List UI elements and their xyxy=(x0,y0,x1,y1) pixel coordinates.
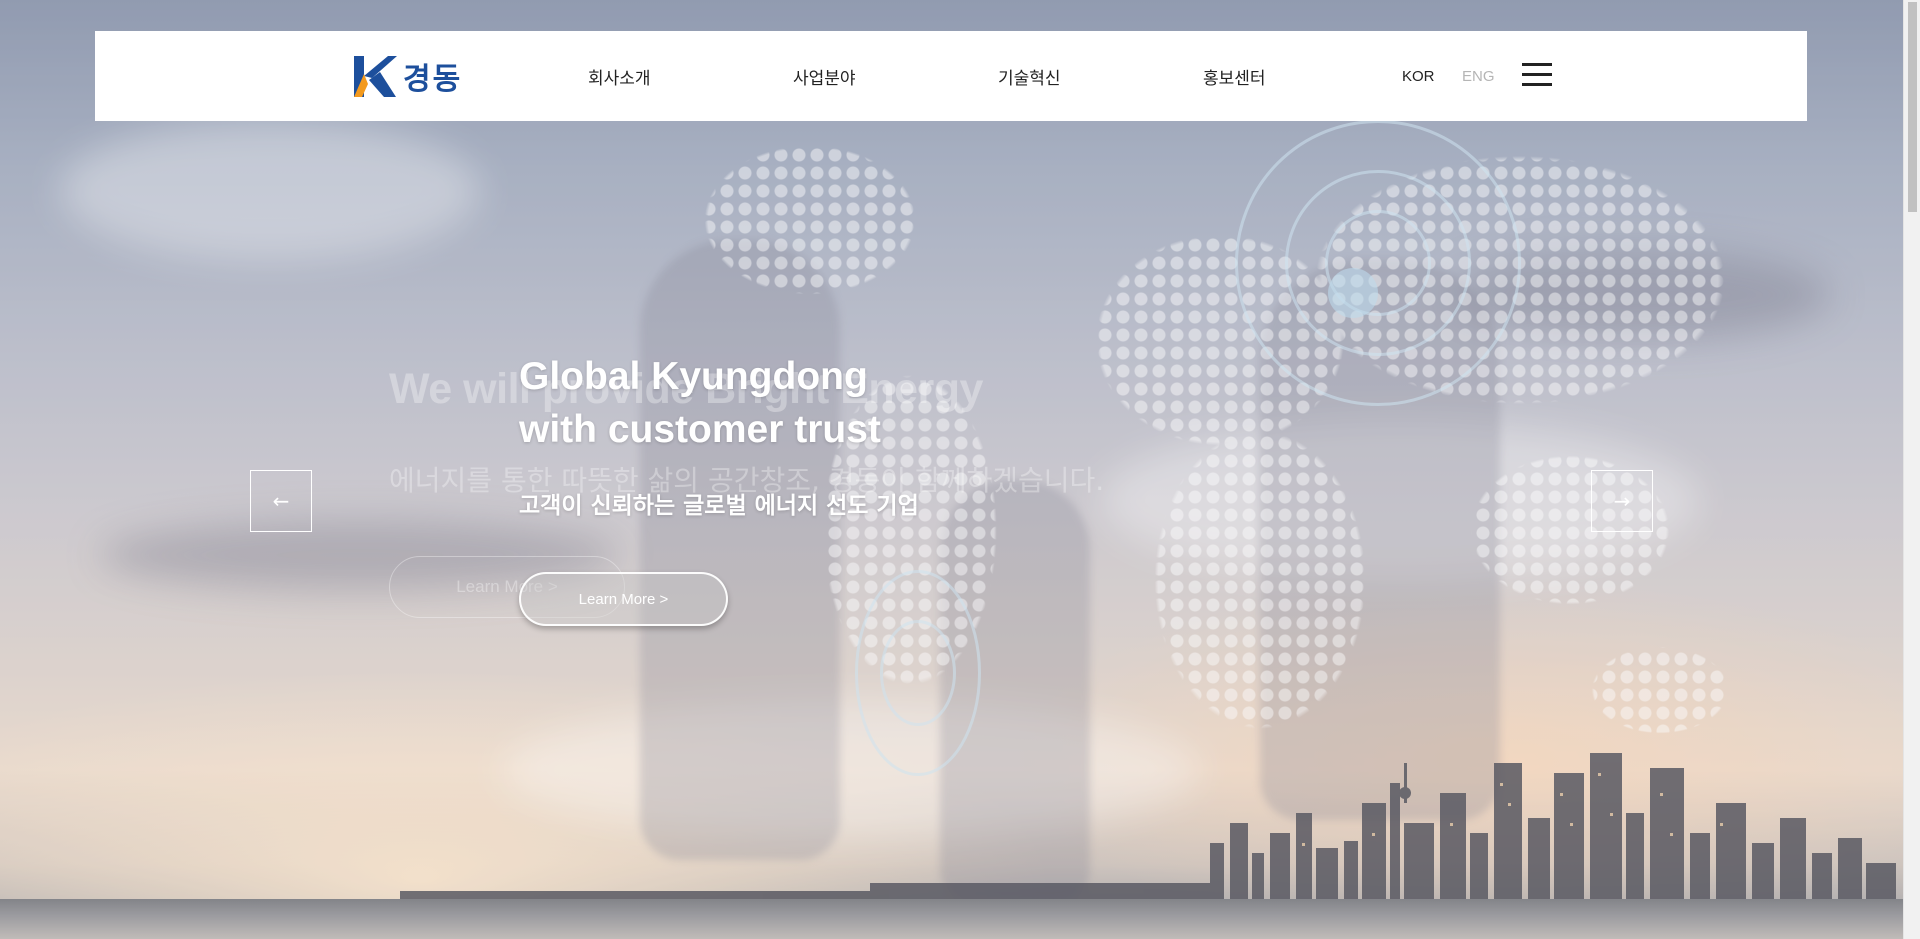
nav-item-pr-center[interactable]: 홍보센터 xyxy=(1203,31,1266,121)
slide-title: Global Kyungdong with customer trust xyxy=(519,350,881,456)
logo-k-icon xyxy=(354,55,397,97)
slide-title-line-1: Global Kyungdong xyxy=(519,355,868,398)
language-kor-link[interactable]: KOR xyxy=(1402,31,1435,121)
arrow-right-icon: → xyxy=(1613,489,1631,513)
scrollbar-thumb[interactable] xyxy=(1908,2,1917,212)
page: We will provide Bright Energy 에너지를 통한 따뜻… xyxy=(0,0,1920,939)
nav-item-technology[interactable]: 기술혁신 xyxy=(998,31,1061,121)
learn-more-button[interactable]: Learn More > xyxy=(519,572,728,626)
slider-prev-button[interactable]: ← xyxy=(250,470,312,532)
logo[interactable]: 경동 xyxy=(352,53,462,99)
slide-title-line-2: with customer trust xyxy=(519,408,881,451)
hero-slider: We will provide Bright Energy 에너지를 통한 따뜻… xyxy=(0,0,1903,939)
hamburger-bar xyxy=(1522,73,1552,76)
slider-next-button[interactable]: → xyxy=(1591,470,1653,532)
arrow-left-icon: ← xyxy=(272,489,290,513)
hamburger-bar xyxy=(1522,83,1552,86)
page-scrollbar[interactable] xyxy=(1903,0,1920,939)
site-header: 경동 회사소개 사업분야 기술혁신 홍보센터 KOR ENG xyxy=(95,31,1807,121)
hamburger-icon[interactable] xyxy=(1522,63,1552,87)
nav-item-company[interactable]: 회사소개 xyxy=(588,31,651,121)
language-eng-link[interactable]: ENG xyxy=(1462,31,1495,121)
hamburger-bar xyxy=(1522,63,1552,66)
logo-text: 경동 xyxy=(403,62,463,97)
slide-subtitle: 고객이 신뢰하는 글로벌 에너지 선도 기업 xyxy=(519,493,919,519)
nav-item-business[interactable]: 사업분야 xyxy=(793,31,856,121)
